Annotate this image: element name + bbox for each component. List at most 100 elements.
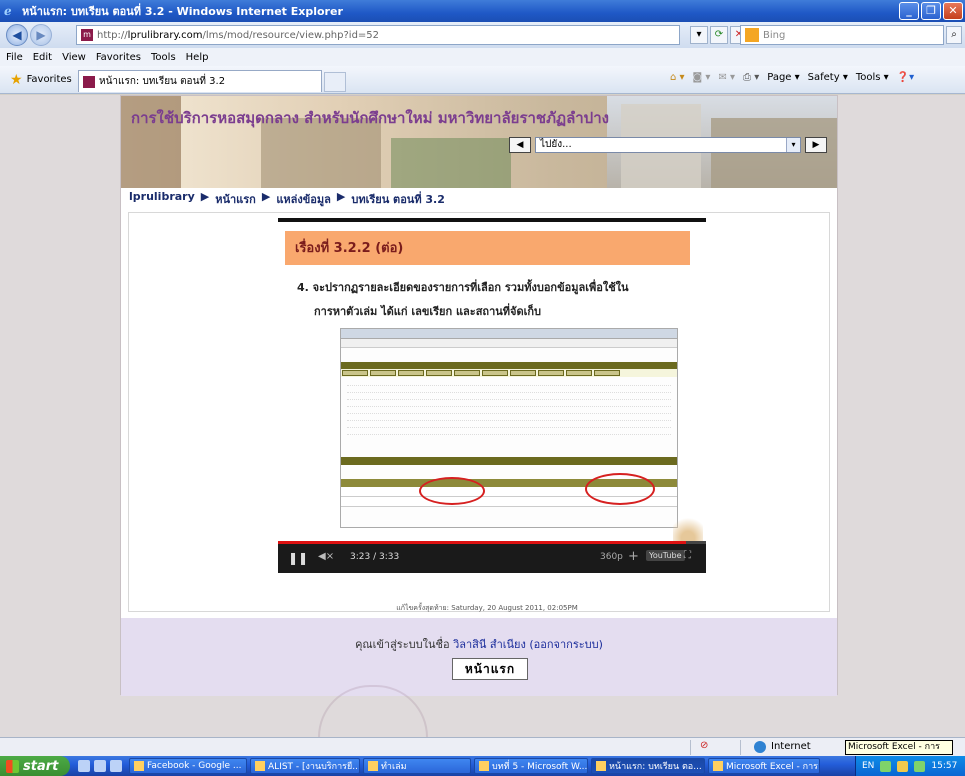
taskbar-button-label: ALIST - [งานบริการยื...	[268, 762, 360, 772]
breadcrumb-main-link[interactable]: หน้าแรก	[215, 190, 256, 208]
tray-icon[interactable]	[914, 760, 926, 772]
menu-favorites[interactable]: Favorites	[96, 52, 141, 63]
highlight-circle-call-number	[419, 477, 485, 505]
taskbar-button-facebook[interactable]: Facebook - Google ...	[129, 758, 247, 774]
address-input[interactable]: m http:// lprulibrary.com /lms/mod/resou…	[76, 25, 680, 45]
feeds-icon[interactable]: ◙ ▾	[693, 72, 711, 83]
window-titlebar: ℯ หน้าแรก: บทเรียน ตอนที่ 3.2 - Windows …	[0, 0, 965, 22]
new-tab-button[interactable]	[324, 72, 346, 92]
menu-tools[interactable]: Tools	[151, 52, 176, 63]
protected-mode-icon: ⊘	[700, 740, 709, 751]
banner-title: การใช้บริการหอสมุดกลาง สำหรับนักศึกษาใหม…	[131, 109, 609, 127]
search-input[interactable]: Bing	[740, 25, 944, 45]
quality-selector[interactable]: 360p	[600, 552, 623, 562]
jump-select[interactable]: ไปยัง... ▾	[535, 137, 801, 153]
desktop-quicklaunch-icon[interactable]	[110, 760, 122, 772]
refresh-icon[interactable]: ⟳	[710, 26, 728, 44]
taskbar-button-label: บทที่ 5 - Microsoft W...	[492, 762, 588, 772]
url-prefix: http://	[97, 29, 128, 41]
last-modified: แก้ไขครั้งสุดท้าย: Saturday, 20 August 2…	[396, 604, 578, 612]
pause-icon[interactable]: ❚❚	[288, 551, 308, 565]
fullscreen-icon[interactable]: ⛶	[684, 550, 691, 561]
bing-icon	[745, 28, 759, 42]
web-page: การใช้บริการหอสมุดกลาง สำหรับนักศึกษาใหม…	[120, 95, 838, 696]
logout-link[interactable]: (ออกจากระบบ)	[529, 638, 603, 651]
opac-screenshot-image	[340, 328, 678, 528]
taskbar-button-excel[interactable]: Microsoft Excel - การ...	[708, 758, 820, 774]
help-icon[interactable]: ❓▾	[897, 72, 914, 83]
internet-zone-icon	[754, 741, 766, 753]
menu-file[interactable]: File	[6, 52, 23, 63]
home-button[interactable]: หน้าแรก	[452, 658, 528, 680]
forward-button[interactable]: ▶	[30, 24, 52, 46]
search-placeholder: Bing	[763, 29, 786, 41]
taskbar-button-word[interactable]: บทที่ 5 - Microsoft W...	[474, 758, 588, 774]
next-arrow-icon[interactable]: ▶	[805, 137, 827, 153]
mail-icon[interactable]: ✉ ▾	[718, 72, 735, 83]
safety-menu[interactable]: Safety ▾	[808, 72, 848, 83]
login-prefix: คุณเข้าสู่ระบบในชื่อ	[355, 638, 450, 651]
browser-viewport: การใช้บริการหอสมุดกลาง สำหรับนักศึกษาใหม…	[0, 95, 965, 737]
menu-view[interactable]: View	[62, 52, 86, 63]
taskbar-button-label: Microsoft Excel - การ...	[726, 762, 820, 772]
tray-icon[interactable]	[880, 760, 892, 772]
close-button[interactable]: ✕	[943, 2, 963, 20]
video-progress-bar[interactable]	[278, 541, 706, 544]
home-icon[interactable]: ⌂ ▾	[670, 72, 685, 83]
breadcrumb-home-link[interactable]: lprulibrary	[129, 190, 195, 208]
clock: 15:57	[931, 761, 958, 771]
page-footer: คุณเข้าสู่ระบบในชื่อ วิลาสินี สำเนียง (อ…	[121, 618, 837, 696]
quick-launch	[78, 760, 122, 772]
ie-icon	[596, 761, 606, 771]
jump-select-value: ไปยัง...	[540, 139, 572, 150]
site-favicon-icon: m	[81, 29, 93, 41]
taskbar-button-label: ทำเล่ม	[381, 762, 407, 772]
page-menu[interactable]: Page ▾	[767, 72, 799, 83]
video-time: 3:23 / 3:33	[350, 552, 400, 562]
network-icon[interactable]	[897, 760, 909, 772]
jump-navigation: ◀ ไปยัง... ▾ ▶	[509, 137, 831, 155]
taskbar-button-ie[interactable]: หน้าแรก: บทเรียน ตอ...	[591, 758, 705, 774]
word-icon	[479, 761, 489, 771]
tab-favicon-icon	[83, 75, 95, 88]
firefox-icon	[134, 761, 144, 771]
login-info: คุณเข้าสู่ระบบในชื่อ วิลาสินี สำเนียง (อ…	[121, 635, 837, 653]
minimize-button[interactable]: _	[899, 2, 919, 20]
add-icon[interactable]: +	[628, 549, 639, 564]
url-path: /lms/mod/resource/view.php?id=52	[202, 29, 380, 41]
favorites-button[interactable]: ★ Favorites	[10, 72, 72, 88]
print-icon[interactable]: ⎙ ▾	[743, 72, 759, 83]
tools-menu[interactable]: Tools ▾	[856, 72, 889, 83]
maximize-button[interactable]: ❐	[921, 2, 941, 20]
back-button[interactable]: ◀	[6, 24, 28, 46]
media-quicklaunch-icon[interactable]	[94, 760, 106, 772]
url-host: lprulibrary.com	[127, 29, 203, 41]
security-zone: Internet	[771, 741, 811, 752]
volume-mute-icon[interactable]: ◀×	[318, 551, 334, 562]
windows-flag-icon	[6, 759, 19, 773]
browser-tab[interactable]: หน้าแรก: บทเรียน ตอนที่ 3.2	[78, 70, 322, 92]
youtube-logo[interactable]: YouTube	[646, 550, 685, 561]
prev-arrow-icon[interactable]: ◀	[509, 137, 531, 153]
breadcrumb-resources-link[interactable]: แหล่งข้อมูล	[276, 190, 331, 208]
search-icon[interactable]: ⌕	[946, 26, 962, 44]
user-name-link[interactable]: วิลาสินี สำเนียง	[453, 638, 526, 651]
menu-edit[interactable]: Edit	[33, 52, 52, 63]
favorites-label: Favorites	[26, 74, 72, 85]
menu-help[interactable]: Help	[186, 52, 209, 63]
site-banner: การใช้บริการหอสมุดกลาง สำหรับนักศึกษาใหม…	[121, 96, 837, 188]
video-controls: ❚❚ ◀× 3:23 / 3:33 360p + YouTube ⛶	[278, 541, 706, 573]
taskbar-button-label: หน้าแรก: บทเรียน ตอ...	[609, 762, 702, 772]
language-indicator[interactable]: EN	[862, 761, 874, 771]
taskbar-tooltip: Microsoft Excel - การตลาด	[845, 740, 953, 765]
ie-quicklaunch-icon[interactable]	[78, 760, 90, 772]
folder-icon	[368, 761, 378, 771]
taskbar-button-alist[interactable]: ALIST - [งานบริการยื...	[250, 758, 360, 774]
dropdown-arrow-icon[interactable]: ▾	[690, 26, 708, 44]
star-icon: ★	[10, 71, 23, 88]
window-title: หน้าแรก: บทเรียน ตอนที่ 3.2 - Windows In…	[22, 5, 343, 18]
video-player[interactable]: เรื่องที่ 3.2.2 (ต่อ) 4. จะปรากฏรายละเอี…	[278, 218, 706, 573]
status-bar: ⊘ Internet Microsoft Excel - การตลาด	[0, 737, 965, 765]
start-button[interactable]: start	[0, 756, 70, 776]
taskbar-button-folder[interactable]: ทำเล่ม	[363, 758, 471, 774]
